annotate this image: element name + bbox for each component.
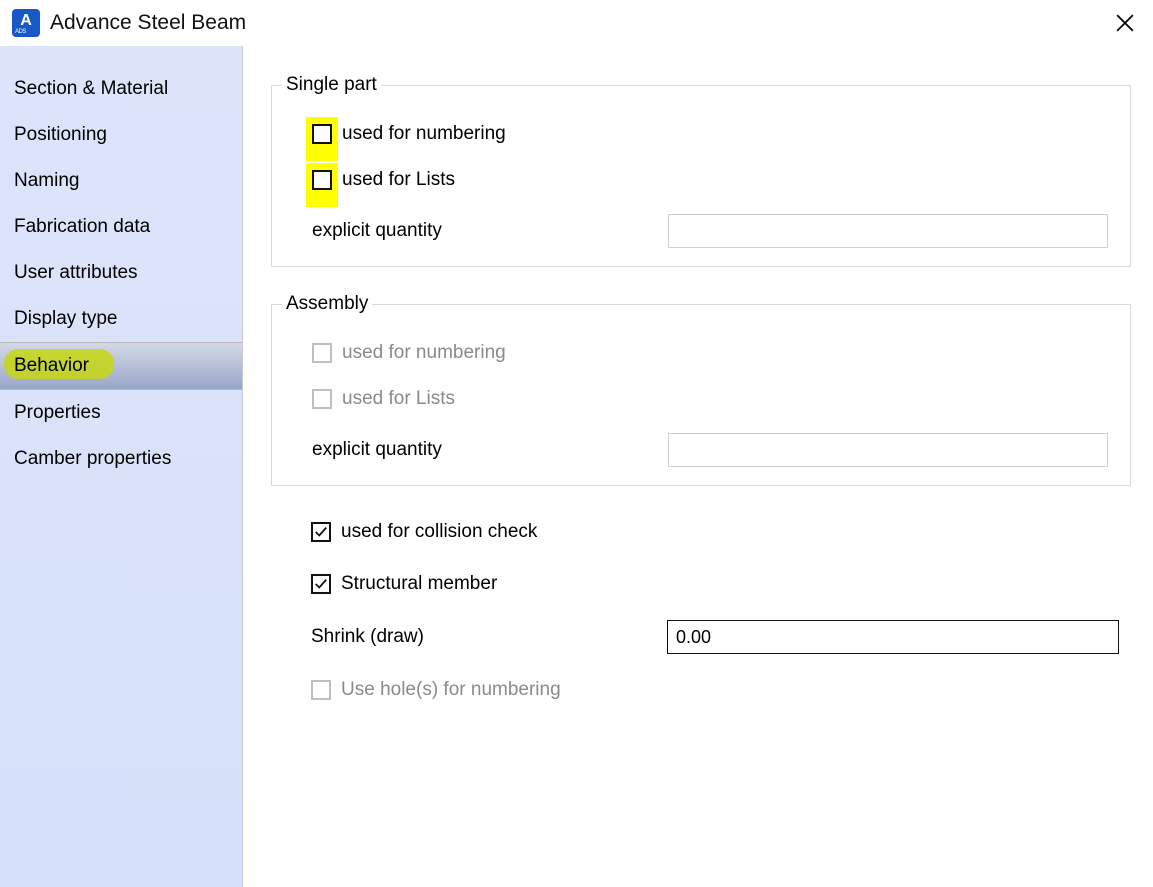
assembly-numbering-label: used for numbering: [342, 342, 506, 364]
assembly-lists-checkbox: [312, 389, 332, 409]
collision-check-wrap: used for collision check: [311, 521, 537, 543]
assembly-lists-wrap: used for Lists: [312, 388, 455, 410]
sidebar-item-fabrication-data[interactable]: Fabrication data: [0, 204, 242, 250]
sidebar-item-camber-properties[interactable]: Camber properties: [0, 436, 242, 482]
single-part-numbering-checkbox[interactable]: [312, 124, 332, 144]
use-holes-checkbox: [311, 680, 331, 700]
single-part-lists-label: used for Lists: [342, 169, 455, 191]
app-icon-sub: ADS: [15, 29, 26, 35]
close-button[interactable]: [1105, 3, 1145, 43]
group-assembly: Assembly used for numbering used for Lis…: [271, 293, 1131, 486]
assembly-numbering-wrap: used for numbering: [312, 342, 506, 364]
dialog-body: Section & Material Positioning Naming Fabri…: [0, 46, 1153, 887]
single-part-numbering-label: used for numbering: [342, 123, 506, 145]
app-icon: A ADS: [12, 9, 40, 37]
sidebar-item-label: Naming: [14, 170, 79, 191]
group-single-part-legend: Single part: [282, 74, 381, 96]
sidebar-item-label: Section & Material: [14, 78, 168, 99]
single-part-explicit-qty-input[interactable]: [668, 214, 1108, 248]
group-assembly-legend: Assembly: [282, 293, 372, 315]
post-group: used for collision check Structural memb…: [271, 512, 1131, 710]
sidebar-item-properties[interactable]: Properties: [0, 390, 242, 436]
shrink-draw-input[interactable]: [667, 620, 1119, 654]
assembly-numbering-checkbox: [312, 343, 332, 363]
structural-member-checkbox[interactable]: [311, 574, 331, 594]
structural-member-label: Structural member: [341, 573, 497, 595]
sidebar: Section & Material Positioning Naming Fabri…: [0, 46, 243, 887]
titlebar: A ADS Advance Steel Beam: [0, 0, 1153, 46]
sidebar-item-positioning[interactable]: Positioning: [0, 112, 242, 158]
content-panel: Single part used for numbering used for …: [243, 46, 1153, 887]
use-holes-wrap: Use hole(s) for numbering: [311, 679, 561, 701]
close-icon: [1116, 14, 1134, 32]
sidebar-item-section-material[interactable]: Section & Material: [0, 66, 242, 112]
sidebar-item-label: Positioning: [14, 124, 107, 145]
single-part-explicit-qty-label: explicit quantity: [312, 220, 668, 242]
assembly-lists-label: used for Lists: [342, 388, 455, 410]
collision-check-label: used for collision check: [341, 521, 537, 543]
assembly-explicit-qty-label: explicit quantity: [312, 439, 668, 461]
assembly-explicit-qty-input[interactable]: [668, 433, 1108, 467]
sidebar-item-label: Properties: [14, 402, 101, 423]
shrink-draw-label: Shrink (draw): [311, 626, 667, 648]
sidebar-item-label: Fabrication data: [14, 216, 150, 237]
sidebar-item-label: Camber properties: [14, 448, 171, 469]
group-single-part: Single part used for numbering used for …: [271, 74, 1131, 267]
collision-check-checkbox[interactable]: [311, 522, 331, 542]
sidebar-item-behavior[interactable]: Behavior: [0, 342, 242, 390]
sidebar-item-user-attributes[interactable]: User attributes: [0, 250, 242, 296]
app-icon-letter: A: [20, 13, 32, 29]
sidebar-item-display-type[interactable]: Display type: [0, 296, 242, 342]
dialog-window: A ADS Advance Steel Beam Section & Mater…: [0, 0, 1153, 887]
use-holes-label: Use hole(s) for numbering: [341, 679, 561, 701]
window-title: Advance Steel Beam: [50, 11, 246, 35]
single-part-numbering-wrap: used for numbering: [312, 123, 506, 145]
structural-member-wrap: Structural member: [311, 573, 497, 595]
single-part-lists-wrap: used for Lists: [312, 169, 455, 191]
sidebar-item-label: Display type: [14, 308, 118, 329]
sidebar-item-label: User attributes: [14, 262, 138, 283]
sidebar-item-label: Behavior: [14, 355, 89, 376]
single-part-lists-checkbox[interactable]: [312, 170, 332, 190]
sidebar-item-naming[interactable]: Naming: [0, 158, 242, 204]
